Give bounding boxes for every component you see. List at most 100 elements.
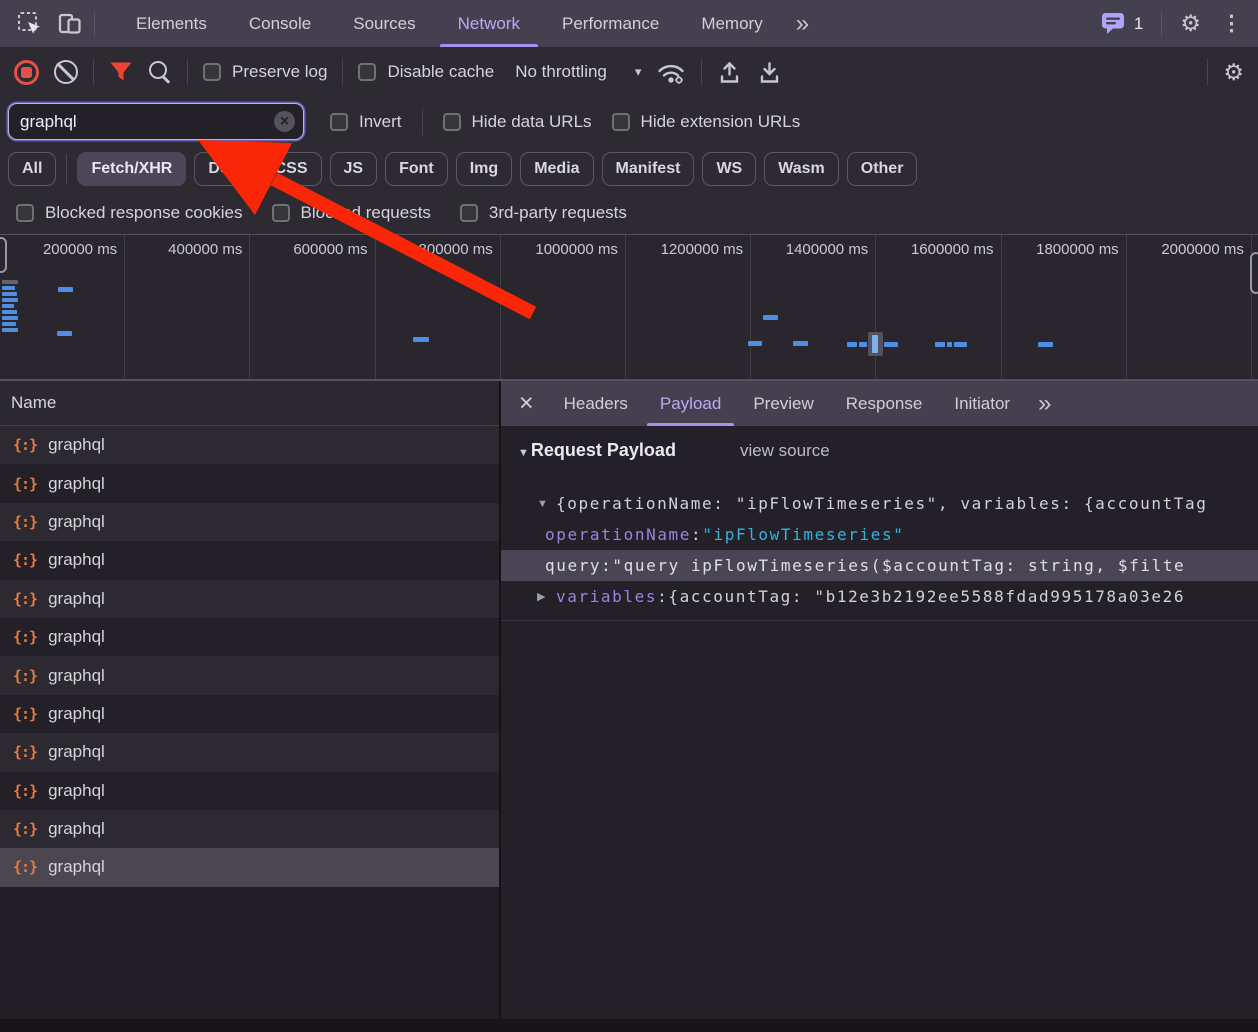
request-row[interactable]: {:}graphql — [0, 426, 499, 464]
waterfall-bar — [58, 287, 73, 292]
request-row[interactable]: {:}graphql — [0, 656, 499, 694]
kebab-menu-icon[interactable]: ⋮ — [1215, 11, 1248, 36]
disable-cache-toggle[interactable]: Disable cache — [358, 62, 494, 82]
request-row[interactable]: {:}graphql — [0, 580, 499, 618]
blocked-filter-list: Blocked response cookies Blocked requests… — [0, 191, 1258, 234]
throttling-value: No throttling — [515, 62, 607, 82]
export-har-icon[interactable] — [757, 60, 782, 85]
hide-extension-urls-toggle[interactable]: Hide extension URLs — [612, 112, 801, 132]
detail-tab-headers[interactable]: Headers — [548, 381, 644, 426]
filter-blocked-requests[interactable]: Blocked requests — [272, 203, 431, 223]
checkbox-icon[interactable] — [16, 204, 34, 222]
preserve-log-toggle[interactable]: Preserve log — [203, 62, 327, 82]
name-column-header[interactable]: Name — [0, 381, 499, 426]
invert-filter-toggle[interactable]: Invert — [330, 112, 402, 132]
chip-manifest[interactable]: Manifest — [602, 152, 695, 186]
chip-media[interactable]: Media — [520, 152, 593, 186]
import-har-icon[interactable] — [717, 60, 742, 85]
checkbox-icon[interactable] — [203, 63, 221, 81]
network-conditions-icon[interactable] — [656, 60, 686, 85]
throttling-select[interactable]: No throttling ▾ — [515, 62, 641, 82]
clear-network-log-icon[interactable] — [54, 60, 78, 84]
more-detail-tabs-icon[interactable]: » — [1026, 392, 1063, 416]
request-name: graphql — [48, 704, 105, 724]
tab-sources[interactable]: Sources — [332, 0, 436, 47]
waterfall-bar — [763, 315, 778, 320]
overview-scrollbar-right[interactable] — [1250, 252, 1258, 294]
expanded-triangle-icon[interactable]: ▼ — [537, 498, 556, 510]
detail-tab-initiator[interactable]: Initiator — [938, 381, 1026, 426]
request-name: graphql — [48, 857, 105, 877]
chip-all[interactable]: All — [8, 152, 56, 186]
request-name: graphql — [48, 781, 105, 801]
request-row[interactable]: {:}graphql — [0, 618, 499, 656]
chip-ws[interactable]: WS — [702, 152, 756, 186]
issues-counter[interactable]: 1 — [1101, 12, 1143, 35]
filter-row: graphql × Invert Hide data URLs Hide ext… — [0, 97, 1258, 146]
chip-doc[interactable]: Doc — [194, 152, 252, 186]
filter-input[interactable]: graphql × — [8, 103, 304, 140]
checkbox-icon[interactable] — [443, 113, 461, 131]
record-network-log-icon[interactable] — [14, 60, 39, 85]
filter-funnel-icon[interactable] — [109, 61, 133, 83]
filter-blocked-response-cookies[interactable]: Blocked response cookies — [16, 203, 243, 223]
chip-css[interactable]: CSS — [261, 152, 322, 186]
json-key: variables — [556, 587, 668, 606]
detail-tab-preview[interactable]: Preview — [737, 381, 829, 426]
tab-console[interactable]: Console — [228, 0, 332, 47]
settings-gear-icon[interactable]: ⚙ — [1180, 12, 1201, 35]
preserve-log-label: Preserve log — [232, 62, 327, 82]
close-icon[interactable]: × — [505, 391, 548, 416]
chip-js[interactable]: JS — [330, 152, 378, 186]
device-toolbar-icon[interactable] — [50, 6, 90, 42]
tab-memory[interactable]: Memory — [680, 0, 783, 47]
chip-font[interactable]: Font — [385, 152, 448, 186]
checkbox-icon[interactable] — [460, 204, 478, 222]
payload-row-operation-name[interactable]: operationName"ipFlowTimeseries" — [501, 519, 1258, 550]
hide-data-urls-label: Hide data URLs — [472, 112, 592, 132]
overview-tick: 800000 ms — [376, 235, 501, 379]
request-row[interactable]: {:}graphql — [0, 733, 499, 771]
checkbox-icon[interactable] — [272, 204, 290, 222]
collapsed-triangle-icon[interactable]: ▶ — [537, 590, 556, 603]
tab-elements[interactable]: Elements — [115, 0, 228, 47]
payload-row-variables[interactable]: ▶ variables{accountTag: "b12e3b2192ee558… — [501, 581, 1258, 612]
payload-preview-row[interactable]: ▼ {operationName: "ipFlowTimeseries", va… — [501, 488, 1258, 519]
request-row[interactable]: {:}graphql — [0, 541, 499, 579]
network-settings-gear-icon[interactable]: ⚙ — [1223, 61, 1244, 84]
checkbox-icon[interactable] — [612, 113, 630, 131]
section-expanded-triangle-icon[interactable]: ▼ — [518, 447, 529, 459]
view-source-link[interactable]: view source — [740, 441, 830, 461]
chip-img[interactable]: Img — [456, 152, 512, 186]
request-row[interactable]: {:} graphql — [0, 848, 499, 886]
request-name: graphql — [48, 550, 105, 570]
tab-performance[interactable]: Performance — [541, 0, 680, 47]
json-request-icon: {:} — [13, 667, 37, 685]
overview-scrollbar-left[interactable] — [0, 237, 7, 273]
inspect-element-icon[interactable] — [10, 6, 50, 42]
detail-tab-payload[interactable]: Payload — [644, 381, 737, 426]
request-row[interactable]: {:}graphql — [0, 772, 499, 810]
waterfall-bar — [1038, 342, 1053, 347]
payload-row-query[interactable]: query"query ipFlowTimeseries($accountTag… — [501, 550, 1258, 581]
request-row[interactable]: {:}graphql — [0, 695, 499, 733]
filter-3rd-party-requests[interactable]: 3rd-party requests — [460, 203, 627, 223]
request-row[interactable]: {:}graphql — [0, 810, 499, 848]
chip-fetch-xhr[interactable]: Fetch/XHR — [77, 152, 186, 186]
json-request-icon: {:} — [13, 858, 37, 876]
chip-other[interactable]: Other — [847, 152, 918, 186]
request-row[interactable]: {:}graphql — [0, 503, 499, 541]
checkbox-icon[interactable] — [330, 113, 348, 131]
chip-wasm[interactable]: Wasm — [764, 152, 839, 186]
checkbox-icon[interactable] — [358, 63, 376, 81]
waterfall-bar — [2, 310, 17, 314]
detail-tab-response[interactable]: Response — [830, 381, 939, 426]
tab-network[interactable]: Network — [437, 0, 541, 47]
hide-data-urls-toggle[interactable]: Hide data URLs — [443, 112, 592, 132]
more-tabs-icon[interactable]: » — [784, 12, 821, 36]
request-payload-section[interactable]: ▼ Request Payload view source — [501, 440, 1258, 472]
request-row[interactable]: {:}graphql — [0, 464, 499, 502]
search-icon[interactable] — [148, 60, 172, 84]
overview-track[interactable]: 200000 ms400000 ms600000 ms800000 ms1000… — [0, 234, 1258, 381]
clear-filter-icon[interactable]: × — [274, 111, 295, 132]
